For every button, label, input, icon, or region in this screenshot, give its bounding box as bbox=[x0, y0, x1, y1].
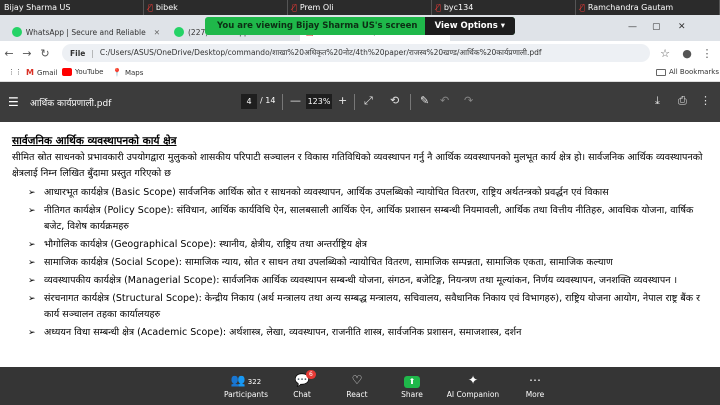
all-bookmarks[interactable]: All Bookmarks bbox=[656, 68, 719, 76]
url-input[interactable]: File | C:/Users/ASUS/OneDrive/Desktop/co… bbox=[62, 44, 650, 62]
highlight-icon[interactable]: ✎ bbox=[420, 94, 429, 107]
profile-avatar[interactable]: ● bbox=[678, 47, 696, 60]
list-item: भौगोलिक कार्यक्षेत्र (Geographical Scope… bbox=[28, 237, 712, 253]
address-bar: ← → ↻ File | C:/Users/ASUS/OneDrive/Desk… bbox=[0, 41, 720, 65]
folder-icon bbox=[656, 68, 666, 76]
youtube-icon bbox=[62, 68, 72, 76]
maximize-icon[interactable]: ▢ bbox=[652, 22, 661, 32]
download-icon[interactable]: ⤓ bbox=[655, 94, 660, 108]
minimize-icon[interactable]: — bbox=[628, 22, 637, 32]
chat-unread-badge: 6 bbox=[306, 370, 316, 379]
bookmark-maps[interactable]: 📍 Maps bbox=[112, 68, 143, 77]
url-text: C:/Users/ASUS/OneDrive/Desktop/commando/… bbox=[99, 48, 542, 57]
meeting-controls: 👥 322 Participants 💬 6 Chat ♡ React ⬆ Sha… bbox=[0, 367, 720, 405]
view-options-button[interactable]: View Options ▾ bbox=[424, 17, 515, 35]
participant-name: Prem Oli bbox=[299, 3, 334, 12]
chat-button[interactable]: 💬 6 Chat bbox=[274, 370, 330, 399]
redo-icon[interactable]: ↷ bbox=[464, 94, 473, 107]
pdf-toolbar: ☰ आर्थिक कार्यप्रणाली.pdf 4 / 14 — 123% … bbox=[0, 82, 720, 122]
participant-name: Ramchandra Gautam bbox=[587, 3, 674, 12]
hamburger-menu-icon[interactable]: ☰ bbox=[8, 95, 19, 109]
participant-tile[interactable]: 🎙̸ Ramchandra Gautam bbox=[576, 0, 720, 15]
more-vertical-icon[interactable]: ⋮ bbox=[700, 94, 711, 107]
menu-dots-icon[interactable]: ⋮ bbox=[698, 47, 716, 60]
mic-muted-icon: 🎙̸ bbox=[292, 3, 297, 12]
participant-name: Bijay Sharma US bbox=[4, 3, 71, 12]
more-button[interactable]: ⋯ More bbox=[507, 370, 563, 399]
tab-whatsapp-secure[interactable]: WhatsApp | Secure and Reliable ✕ bbox=[6, 23, 166, 41]
participant-tile[interactable]: 🎙̸ byc134 bbox=[432, 0, 576, 15]
more-dots-icon: ⋯ bbox=[529, 373, 541, 387]
url-scheme-label: File bbox=[70, 48, 86, 58]
reload-icon[interactable]: ↻ bbox=[36, 47, 54, 60]
fit-page-icon[interactable]: ⤢ bbox=[364, 94, 373, 108]
participant-strip: Bijay Sharma US 🎙̸ bibek 🎙̸ Prem Oli 🎙̸ byc… bbox=[0, 0, 720, 15]
participant-name: byc134 bbox=[443, 3, 474, 12]
gmail-icon: M bbox=[26, 68, 34, 77]
rotate-icon[interactable]: ⟲ bbox=[390, 94, 399, 107]
mic-muted-icon: 🎙̸ bbox=[436, 3, 441, 12]
participant-tile[interactable]: 🎙̸ Prem Oli bbox=[288, 0, 432, 15]
close-icon[interactable]: ✕ bbox=[154, 28, 160, 37]
page-total: / 14 bbox=[260, 96, 276, 105]
mic-muted-icon: 🎙̸ bbox=[580, 3, 585, 12]
list-item: आधारभूत कार्यक्षेत्र (Basic Scope) सार्व… bbox=[28, 185, 712, 201]
list-item: व्यवस्थापकीय कार्यक्षेत्र (Managerial Sc… bbox=[28, 273, 712, 289]
pdf-page: सार्वजनिक आर्थिक व्यवस्थापनको कार्य क्षे… bbox=[0, 122, 720, 405]
bookmark-gmail[interactable]: M Gmail bbox=[26, 68, 57, 77]
back-icon[interactable]: ← bbox=[0, 47, 18, 60]
participant-tile[interactable]: Bijay Sharma US bbox=[0, 0, 144, 15]
pdf-filename: आर्थिक कार्यप्रणाली.pdf bbox=[30, 99, 112, 109]
participants-button[interactable]: 👥 322 Participants bbox=[218, 370, 274, 399]
print-icon[interactable]: ⎙ bbox=[678, 94, 687, 108]
apps-grid-icon[interactable]: ⋮⋮ bbox=[8, 68, 22, 76]
tab-title: WhatsApp | Secure and Reliable bbox=[25, 27, 146, 37]
share-arrow-icon: ⬆ bbox=[404, 376, 420, 388]
zoom-in-icon[interactable]: + bbox=[338, 94, 347, 107]
close-window-icon[interactable]: ✕ bbox=[678, 22, 686, 32]
star-icon[interactable]: ☆ bbox=[656, 47, 674, 60]
participant-name: bibek bbox=[155, 3, 178, 12]
zoom-input[interactable]: 123% bbox=[306, 94, 332, 109]
list-item: संरचनागत कार्यक्षेत्र (Structural Scope)… bbox=[28, 291, 712, 323]
react-button[interactable]: ♡ React bbox=[329, 370, 385, 399]
participant-tile[interactable]: 🎙̸ bibek bbox=[144, 0, 288, 15]
page-number-input[interactable]: 4 bbox=[241, 94, 257, 109]
list-item: नीतिगत कार्यक्षेत्र (Policy Scope): संवि… bbox=[28, 203, 712, 235]
bookmarks-bar: ⋮⋮ M Gmail YouTube 📍 Maps All Bookmarks bbox=[0, 65, 720, 82]
chat-icon: 💬 bbox=[294, 373, 310, 387]
mic-muted-icon: 🎙̸ bbox=[148, 3, 153, 12]
participants-count: 322 bbox=[247, 378, 262, 386]
intro-paragraph: सीमित स्रोत साधनको प्रभावकारी उपयोगद्वार… bbox=[12, 152, 703, 179]
sparkle-icon: ✦ bbox=[467, 373, 479, 387]
zoom-out-icon[interactable]: — bbox=[290, 94, 301, 107]
share-banner-text: You are viewing Bijay Sharma US's screen bbox=[217, 21, 418, 31]
undo-icon[interactable]: ↶ bbox=[440, 94, 449, 107]
screen-share-banner: You are viewing Bijay Sharma US's screen… bbox=[205, 17, 515, 35]
forward-icon[interactable]: → bbox=[18, 47, 36, 60]
people-icon: 👥 bbox=[230, 373, 246, 387]
scope-list: आधारभूत कार्यक्षेत्र (Basic Scope) सार्व… bbox=[28, 185, 712, 343]
list-item: सामाजिक कार्यक्षेत्र (Social Scope): साम… bbox=[28, 255, 712, 271]
ai-companion-button[interactable]: ✦ AI Companion bbox=[445, 370, 501, 399]
share-button[interactable]: ⬆ Share bbox=[384, 370, 440, 399]
bookmark-youtube[interactable]: YouTube bbox=[62, 68, 103, 76]
whatsapp-icon bbox=[174, 27, 184, 37]
whatsapp-icon bbox=[12, 27, 22, 37]
section-heading: सार्वजनिक आर्थिक व्यवस्थापनको कार्य क्षे… bbox=[12, 135, 177, 147]
maps-pin-icon: 📍 bbox=[112, 68, 122, 77]
heart-icon: ♡ bbox=[351, 373, 363, 387]
list-item: अध्ययन विधा सम्बन्धी क्षेत्र (Academic S… bbox=[28, 325, 712, 341]
